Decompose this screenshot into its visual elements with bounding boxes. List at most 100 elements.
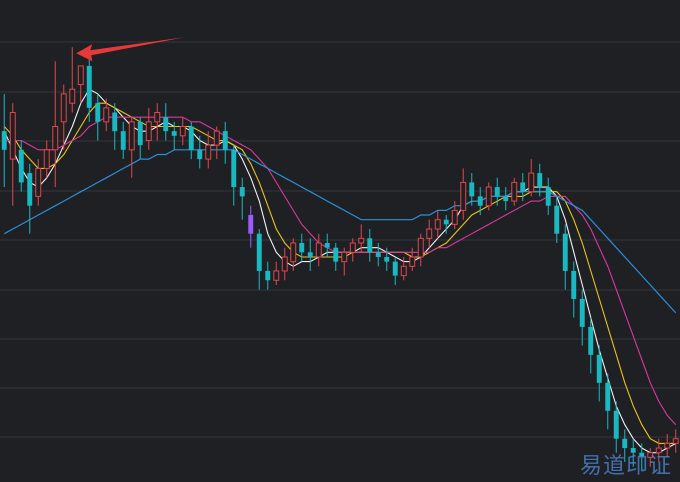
candle-body [579,298,585,327]
candle [154,103,161,141]
candle-body [299,243,305,253]
candles [1,47,679,472]
candle-body [128,121,135,151]
candle [1,93,7,188]
ma-slow-line [4,116,677,426]
candle-body [443,219,449,225]
candle-body [231,149,237,188]
candle [60,84,67,150]
candle [77,65,84,104]
candle-body [562,233,568,271]
candle-body [528,172,535,193]
candle-body [554,205,560,234]
candle [579,289,585,346]
candle-body [290,242,297,263]
candle [528,159,535,197]
candle-body [163,117,169,132]
candle [27,163,33,234]
candle [333,243,339,271]
candle [315,233,322,267]
candle-body [120,131,126,150]
candle [375,243,381,267]
candle [145,107,152,150]
candle-body [248,215,254,234]
candle-body [672,438,679,444]
candle [43,140,50,178]
candle-body [103,107,110,123]
candle-body [43,149,50,169]
candle-body [613,410,619,439]
moving-average-lines [3,88,677,454]
candle-body [213,130,220,146]
candle-body [1,131,7,150]
candle [341,247,348,276]
candle-body [485,186,492,207]
candle-body [27,173,33,206]
candlestick-chart: 易道印证 [0,0,680,482]
candle [562,224,568,290]
candle [426,219,433,248]
candle-body [197,149,203,160]
candle-body [179,126,186,137]
candle-body [273,270,280,281]
candle-body [222,131,228,150]
candle-body [596,354,602,383]
candle-body [545,187,551,206]
candle-body [537,173,543,188]
candle [128,117,135,178]
candle-body [35,167,42,197]
candle-body [409,256,416,267]
candle-body [460,181,467,211]
candle [554,196,560,243]
candle-body [520,182,526,192]
candle [672,429,679,453]
candle-body [605,382,611,411]
candle [86,56,92,122]
candle-body [588,326,594,355]
annotation-arrow [76,37,185,62]
candle-body [341,251,348,263]
candle-body [384,256,390,262]
candle-body [18,149,24,183]
candle-body [188,126,194,150]
candle [120,121,126,160]
annotation-layer [76,37,185,62]
candle-body [112,112,118,132]
candle-body [60,93,67,123]
candle-body [77,65,84,86]
candle [188,121,194,160]
candle [460,168,467,220]
candle-body [154,112,161,123]
candle-body [69,88,76,104]
candle [9,103,16,206]
candle-body [307,252,313,257]
candle-body [358,237,365,244]
candle-body [239,187,245,197]
candle-body [145,121,152,141]
candle-body [417,237,424,258]
candle-body [451,209,458,225]
candle [248,205,254,248]
candle-body [375,252,381,257]
candle-body [571,270,577,299]
candle [290,238,297,271]
candle [367,229,373,262]
candle [307,238,313,271]
candle [18,140,24,192]
candle [434,210,441,239]
candle-body [9,112,16,160]
candle [69,47,76,113]
candle [281,247,288,281]
candle [485,182,492,211]
candle-body [367,238,373,253]
candle-body [205,144,212,160]
candle-body [503,196,509,202]
candle-body [434,219,441,230]
candle-body [281,256,288,272]
candle [349,238,356,262]
candle-body [426,228,433,239]
candle [511,177,518,206]
candle-body [95,103,101,122]
candle-body [315,242,322,258]
candle [265,261,271,290]
